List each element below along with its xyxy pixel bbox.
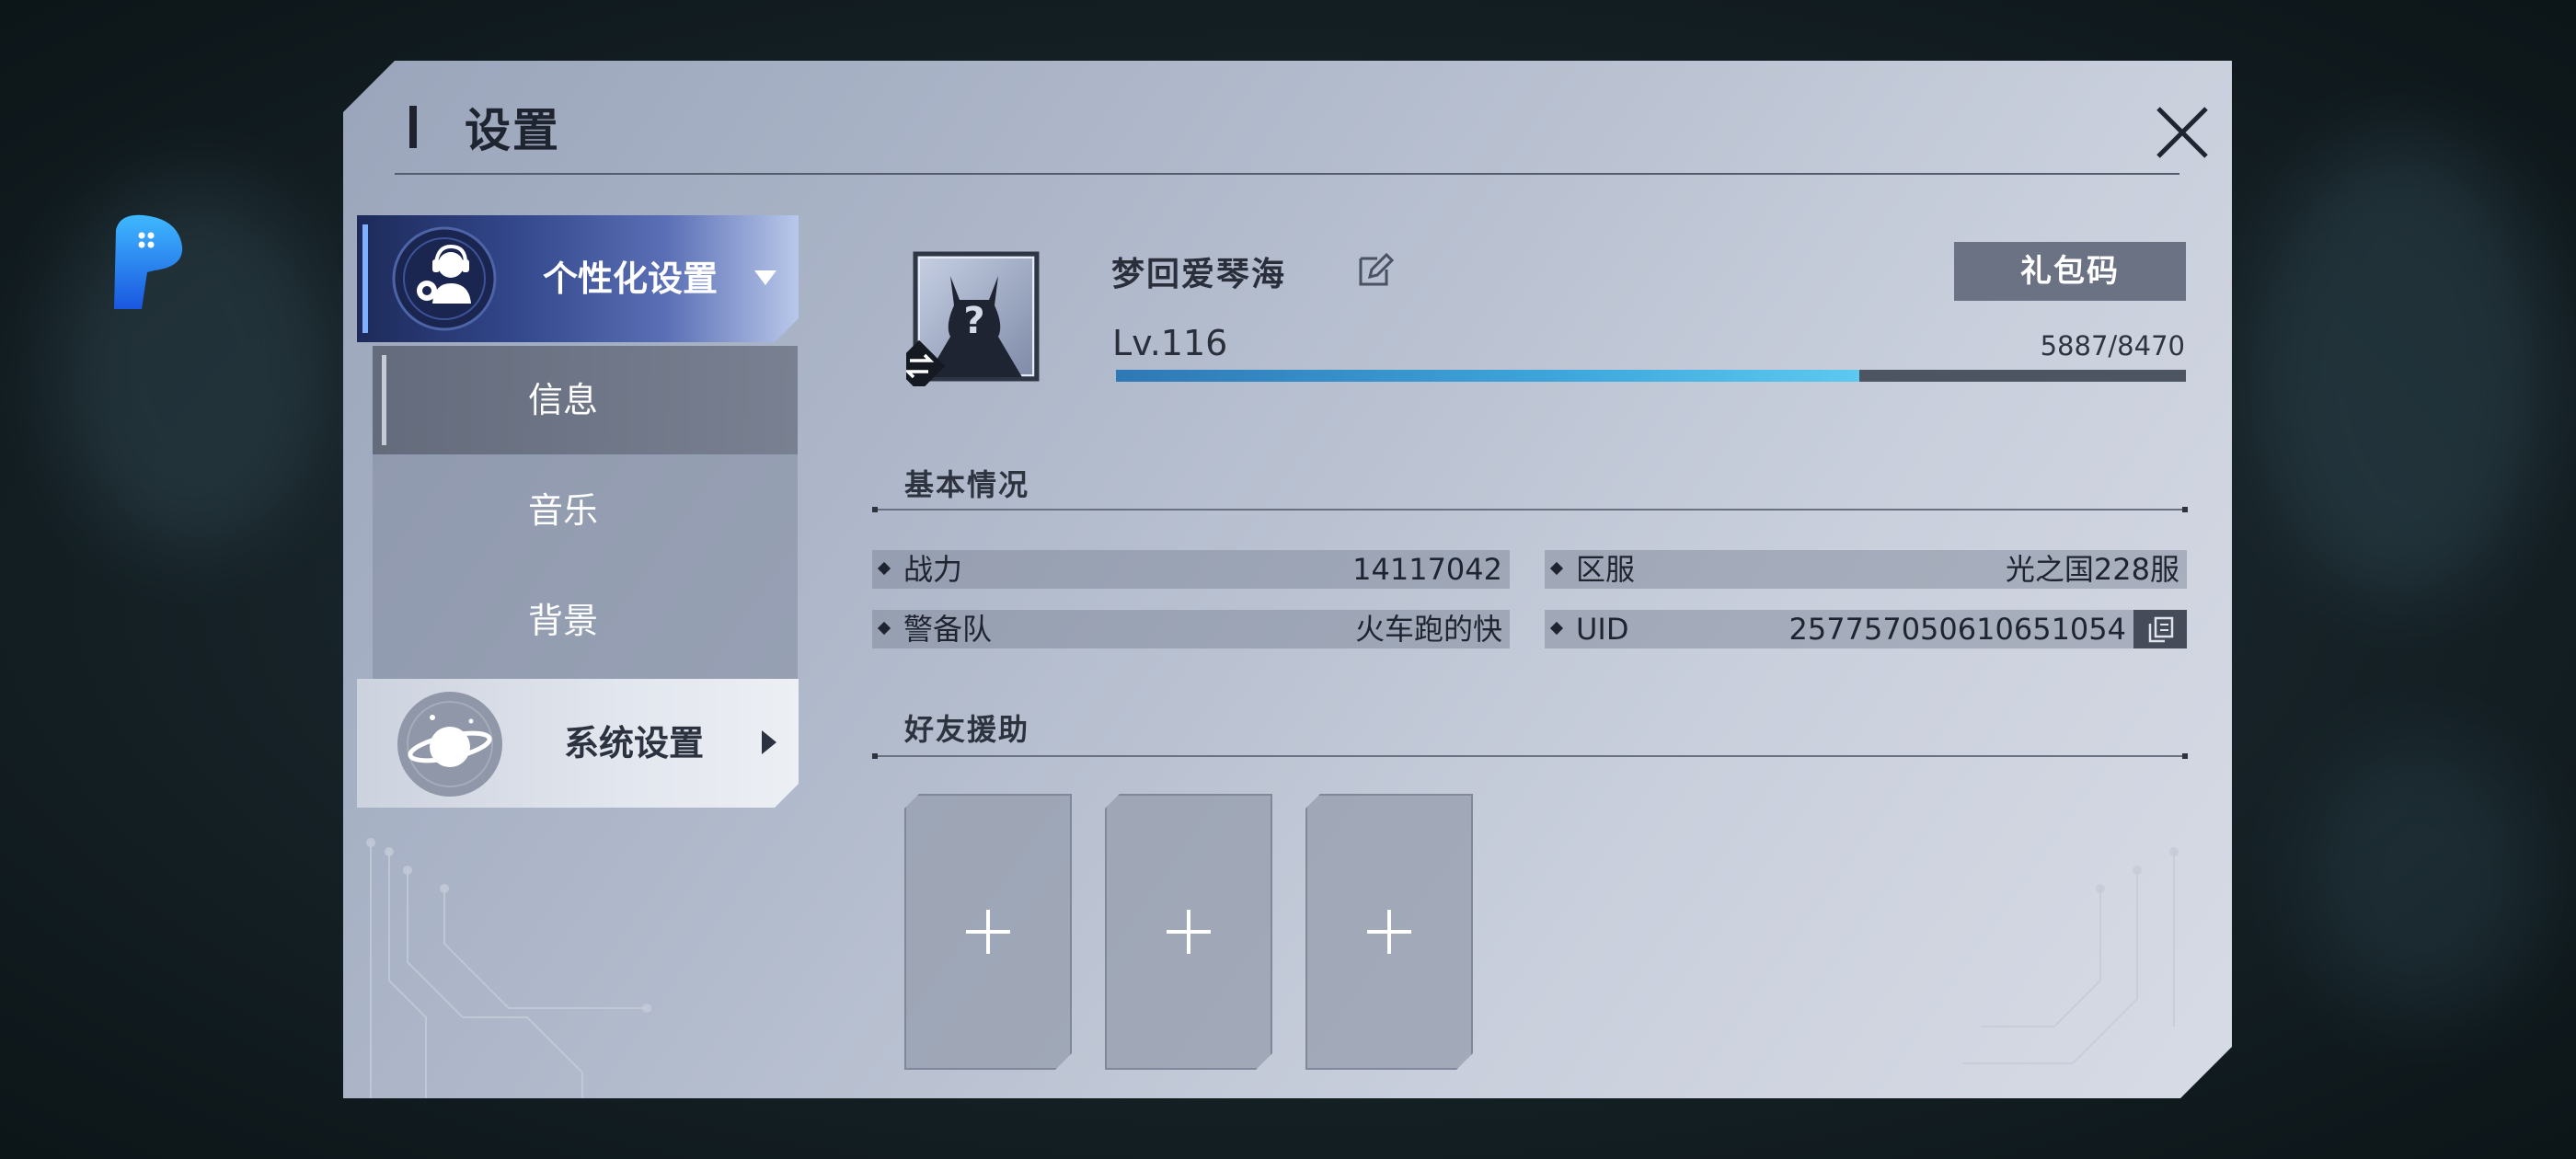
plus-icon [1148, 891, 1229, 972]
stat-value: 257757050610651054 [1788, 612, 2126, 647]
svg-text:?: ? [963, 300, 984, 342]
stat-value: 火车跑的快 [1354, 612, 1502, 647]
page-title: 设置 [465, 104, 560, 157]
subnav-item-label: 信息 [527, 380, 598, 420]
subnav-item-info[interactable]: 信息 [373, 346, 798, 454]
stat-key: UID [1576, 612, 1629, 647]
stat-value: 光之国228服 [2005, 552, 2179, 587]
plus-icon [1349, 891, 1430, 972]
plus-icon [948, 891, 1029, 972]
background-glow [55, 184, 331, 552]
planet-icon [396, 690, 504, 798]
title-marker [409, 106, 417, 148]
stat-key: 战力 [903, 552, 963, 587]
settings-panel: 设置 个性化设置 信息 音乐 背景 系统设置 ? 梦回爱琴海 礼包码 Lv.11… [343, 61, 2232, 1098]
stat-row-power: 战力 14117042 [872, 550, 1510, 589]
background-glow [2300, 736, 2539, 1012]
gift-code-button[interactable]: 礼包码 [1954, 242, 2186, 301]
edit-icon[interactable] [1355, 249, 1396, 290]
bullet-icon [878, 562, 891, 575]
bullet-icon [1550, 622, 1563, 635]
friend-slot-2[interactable] [1105, 794, 1272, 1070]
stat-row-server: 区服 光之国228服 [1545, 550, 2187, 589]
gear-headset-icon [392, 226, 497, 331]
chevron-right-icon [762, 730, 778, 758]
nav-personalization[interactable]: 个性化设置 [357, 215, 799, 342]
stat-key: 警备队 [903, 612, 993, 647]
section-title-friends: 好友援助 [904, 712, 1030, 747]
nav-system-label: 系统设置 [564, 723, 705, 763]
subnav-item-music[interactable]: 音乐 [373, 456, 798, 565]
subnav-item-background[interactable]: 背景 [373, 567, 798, 675]
panel-header: 设置 [409, 99, 560, 155]
assistant-float-icon[interactable] [110, 213, 186, 311]
nav-personalization-label: 个性化设置 [543, 258, 719, 299]
friend-slot-1[interactable] [904, 794, 1072, 1070]
exp-progress-fill [1116, 370, 1859, 382]
exp-progress-bar [1116, 370, 2186, 382]
subnav-item-label: 音乐 [527, 490, 598, 531]
active-accent-bar [362, 224, 368, 333]
exp-counter: 5887/8470 [2040, 330, 2185, 361]
player-level: Lv.116 [1112, 323, 1228, 363]
background-glow [2254, 138, 2548, 598]
chevron-down-icon [754, 270, 776, 291]
stat-row-uid: UID 257757050610651054 [1545, 610, 2187, 648]
player-name: 梦回爱琴海 [1111, 256, 1287, 293]
section-title-basic: 基本情况 [904, 467, 1030, 502]
nav-system-settings[interactable]: 系统设置 [357, 679, 799, 808]
copy-uid-button[interactable] [2133, 610, 2187, 648]
bullet-icon [1550, 562, 1563, 575]
stat-value: 14117042 [1352, 552, 1502, 587]
friend-slot-3[interactable] [1305, 794, 1473, 1070]
close-icon[interactable] [2151, 101, 2214, 164]
stat-key: 区服 [1576, 552, 1636, 587]
copy-icon [2133, 610, 2187, 648]
stat-row-guild: 警备队 火车跑的快 [872, 610, 1510, 648]
bullet-icon [878, 622, 891, 635]
section-divider [872, 509, 2188, 511]
player-avatar[interactable]: ? [906, 248, 1044, 386]
active-indicator [382, 355, 386, 445]
section-divider [872, 755, 2188, 757]
subnav-item-label: 背景 [527, 601, 598, 641]
header-divider [395, 173, 2179, 175]
